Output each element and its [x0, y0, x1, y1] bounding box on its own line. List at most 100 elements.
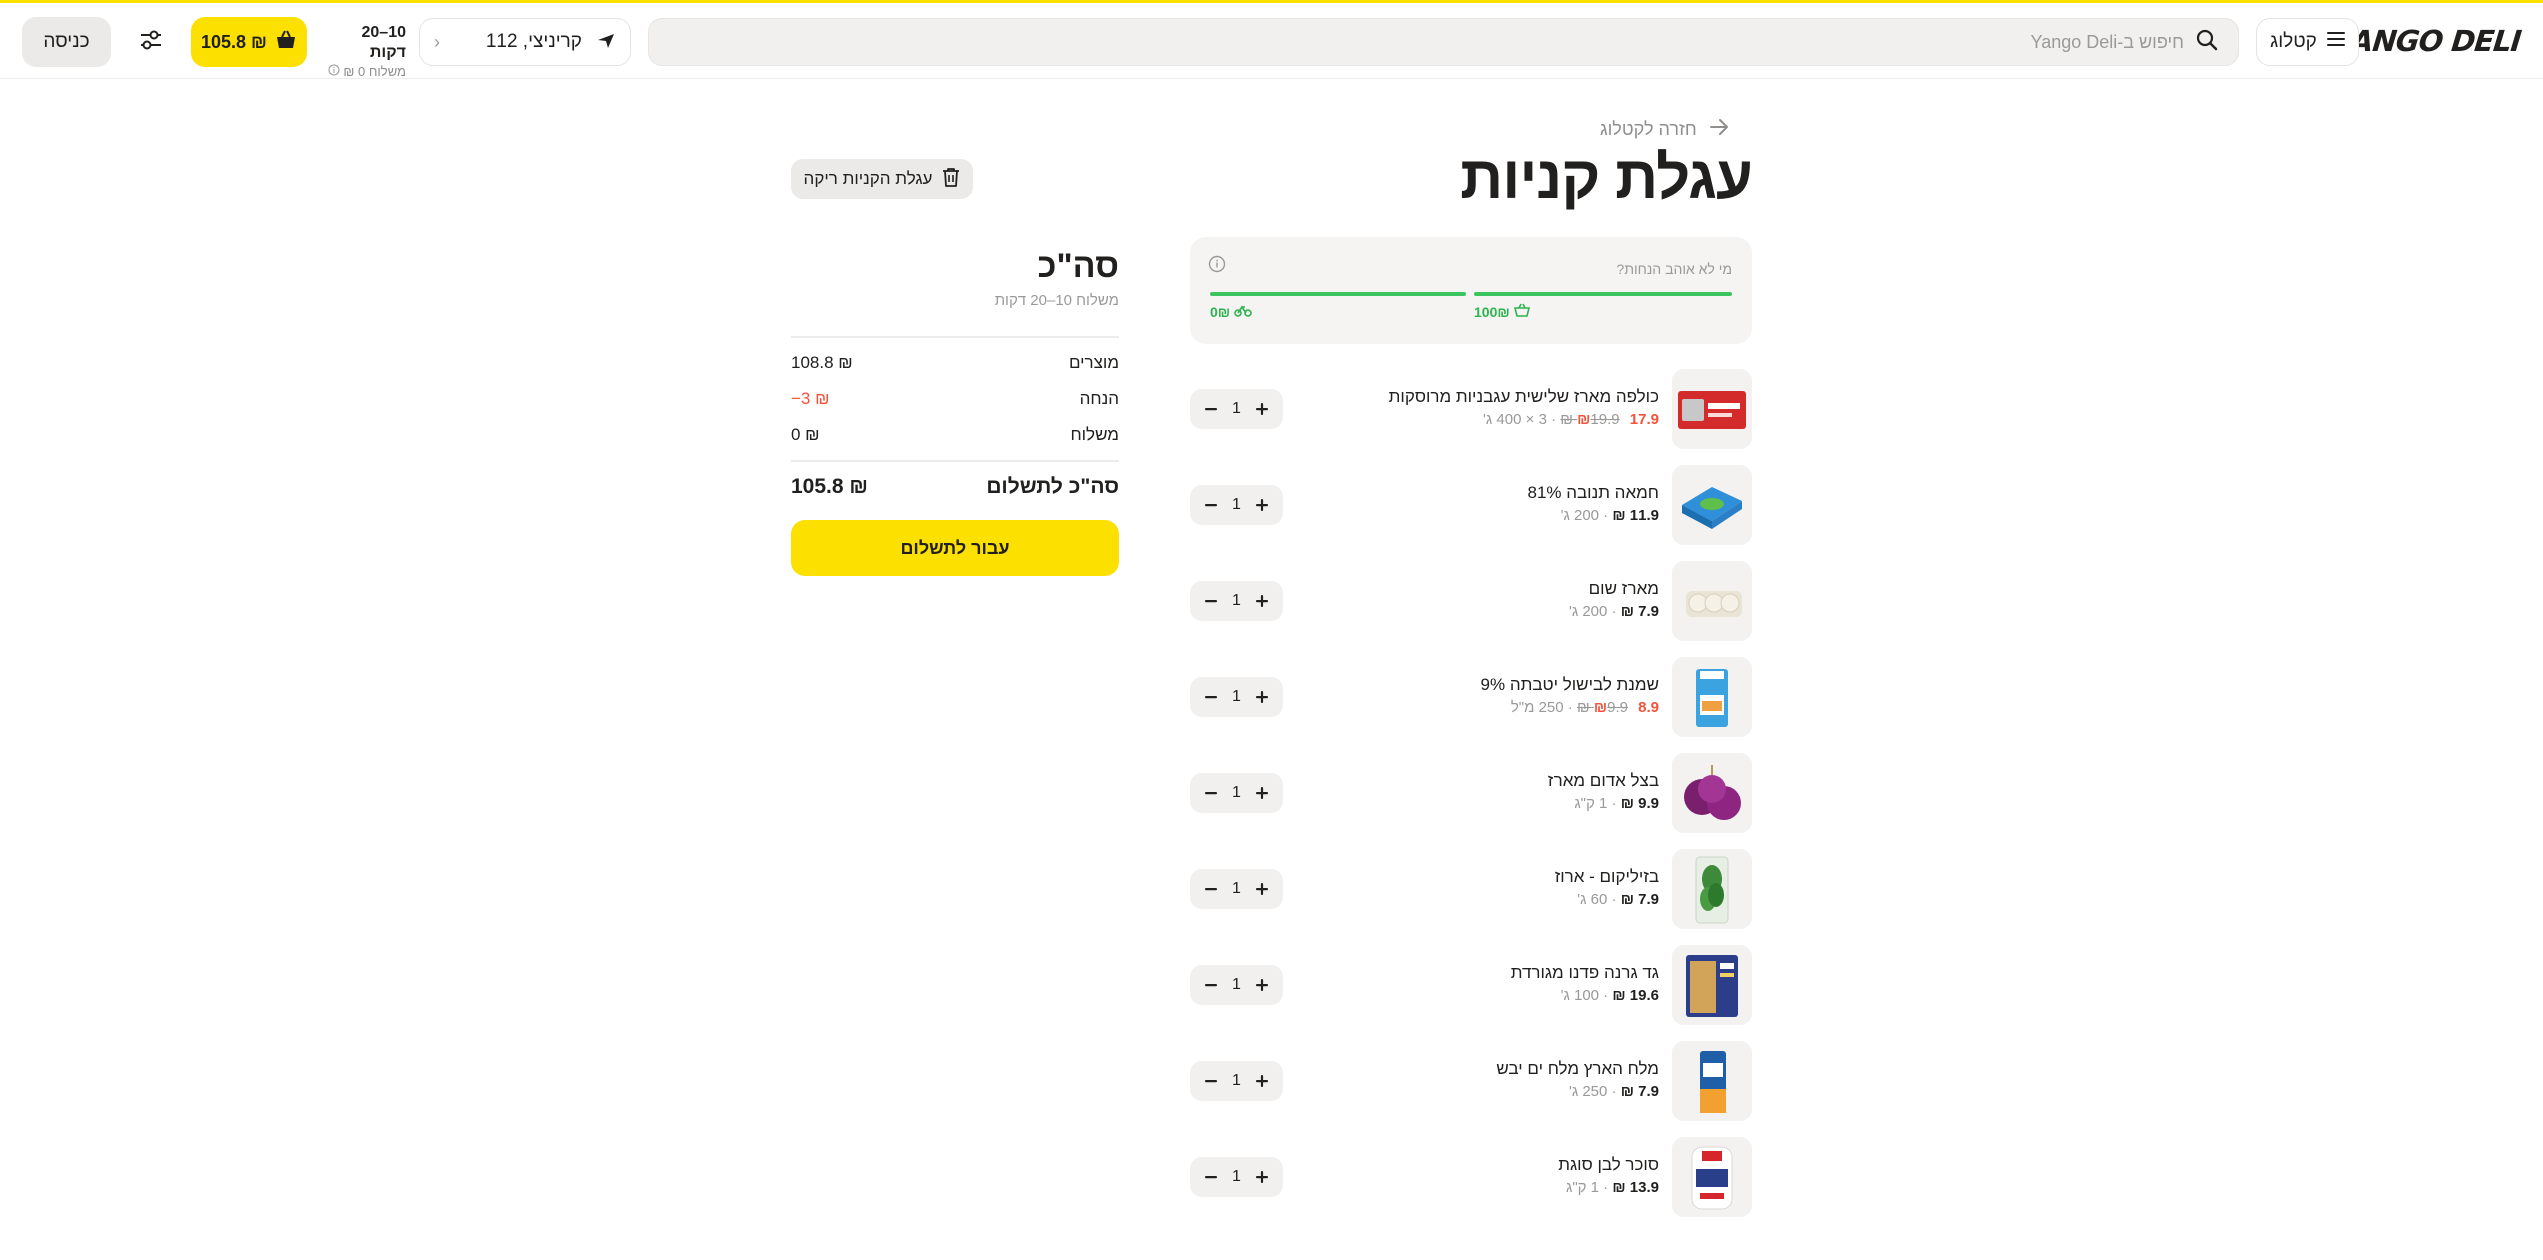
product-name[interactable]: מארז שום — [1589, 579, 1659, 599]
catalog-label: קטלוג — [2270, 31, 2317, 52]
summary-row-products: מוצרים 108.8 ₪ — [791, 351, 1119, 375]
quantity-stepper: 1 — [1190, 773, 1283, 813]
product-name[interactable]: בצל אדום מארז — [1548, 771, 1659, 791]
settings-sliders-button[interactable] — [130, 21, 172, 63]
product-weight: 1 ק"ג — [1574, 795, 1608, 812]
quantity-value: 1 — [1232, 880, 1241, 897]
product-weight: 200 ג' — [1560, 507, 1600, 524]
product-price: 7.9 ₪ — [1620, 891, 1659, 908]
location-arrow-icon — [596, 30, 616, 55]
back-to-catalog-link[interactable]: חזרה לקטלוג — [1600, 116, 1752, 142]
decrease-button[interactable] — [1200, 1166, 1222, 1188]
decrease-button[interactable] — [1200, 878, 1222, 900]
quantity-stepper: 1 — [1190, 485, 1283, 525]
product-price: 19.6 ₪ — [1612, 987, 1659, 1004]
product-image[interactable] — [1672, 1041, 1752, 1121]
decrease-button[interactable] — [1200, 590, 1222, 612]
product-meta: 7.9 ₪ · 200 ג' — [1569, 603, 1659, 620]
product-weight: 60 ג' — [1577, 891, 1608, 908]
quantity-stepper: 1 — [1190, 389, 1283, 429]
promo-text: מי לא אוהב הנחות? — [1616, 261, 1732, 277]
product-meta: 19.6 ₪ · 100 ג' — [1561, 987, 1659, 1004]
product-image[interactable] — [1672, 849, 1752, 929]
product-weight-sep: · — [1607, 891, 1621, 908]
increase-button[interactable] — [1251, 974, 1273, 996]
delivery-cost: משלוח 0 ₪ — [322, 63, 406, 81]
product-meta: 7.9 ₪ · 250 ג' — [1569, 1083, 1659, 1100]
decrease-button[interactable] — [1200, 398, 1222, 420]
decrease-button[interactable] — [1200, 782, 1222, 804]
product-image[interactable] — [1672, 1137, 1752, 1217]
increase-button[interactable] — [1251, 590, 1273, 612]
product-image[interactable] — [1672, 369, 1752, 449]
quantity-value: 1 — [1232, 1168, 1241, 1185]
product-name[interactable]: גד גרנה פדנו מגורדת — [1511, 963, 1659, 983]
increase-button[interactable] — [1251, 1070, 1273, 1092]
product-image[interactable] — [1672, 561, 1752, 641]
product-name[interactable]: מלח הארץ מלח ים יבש — [1496, 1059, 1659, 1079]
empty-cart-button[interactable]: עגלת הקניות ריקה — [791, 159, 973, 199]
summary-subtitle: משלוח 10–20 דקות — [994, 292, 1119, 309]
product-image[interactable] — [1672, 753, 1752, 833]
decrease-button[interactable] — [1200, 974, 1222, 996]
product-name[interactable]: בזיליקום - ארוז — [1555, 867, 1659, 887]
checkout-button[interactable]: עבור לתשלום — [791, 520, 1119, 576]
product-weight: 100 ג' — [1560, 987, 1600, 1004]
decrease-button[interactable] — [1200, 1070, 1222, 1092]
arrow-right-icon — [1709, 118, 1729, 141]
product-weight: 250 מ"ל — [1510, 699, 1564, 716]
empty-cart-label: עגלת הקניות ריקה — [803, 169, 933, 188]
product-weight-sep: · — [1599, 507, 1613, 524]
increase-button[interactable] — [1251, 782, 1273, 804]
cart-button[interactable]: 105.8 ₪ — [191, 17, 307, 67]
summary-value: 0 ₪ — [791, 425, 820, 444]
increase-button[interactable] — [1251, 878, 1273, 900]
summary-row-discount: הנחה −3 ₪ — [791, 387, 1119, 411]
info-icon — [328, 64, 340, 79]
total-value: 105.8 ₪ — [791, 475, 868, 498]
login-button[interactable]: כניסה — [22, 17, 111, 67]
menu-icon — [2326, 31, 2345, 53]
progress-bar-delivery — [1210, 292, 1466, 296]
total-label: סה"כ לתשלום — [986, 475, 1119, 498]
product-meta: 11.9 ₪ · 200 ג' — [1561, 507, 1659, 524]
product-image[interactable] — [1672, 945, 1752, 1025]
search-bar[interactable] — [648, 18, 2239, 66]
progress-bar-discount — [1474, 292, 1732, 296]
product-name[interactable]: חמאה תנובה 81% — [1527, 483, 1659, 503]
delivery-time: 10–20 דקות — [361, 24, 407, 61]
product-image[interactable] — [1672, 657, 1752, 737]
increase-button[interactable] — [1251, 686, 1273, 708]
increase-button[interactable] — [1251, 1166, 1273, 1188]
product-price: 13.9 ₪ — [1612, 1179, 1659, 1196]
divider — [791, 460, 1119, 462]
search-input[interactable] — [784, 31, 2184, 53]
product-weight-sep: · — [1546, 411, 1561, 428]
info-icon[interactable] — [1208, 255, 1226, 278]
decrease-button[interactable] — [1200, 686, 1222, 708]
cart-item: שמנת לבישול יטבתה 9% 8.9 ₪9.9 ₪ · 250 מ"ל… — [1190, 657, 1752, 737]
trash-icon — [942, 167, 960, 192]
catalog-button[interactable]: קטלוג — [2256, 18, 2359, 66]
yango-deli-logo[interactable]: YANGO DELI — [2332, 21, 2523, 61]
product-weight-sep: · — [1599, 987, 1613, 1004]
basket-icon — [1513, 303, 1530, 320]
progress-label-discount: 100₪ — [1474, 303, 1530, 320]
product-name[interactable]: סוכר לבן סוגת — [1558, 1155, 1659, 1175]
divider — [791, 336, 1119, 338]
product-name[interactable]: כולפה מארז שלישית עגבניות מרוסקות — [1389, 387, 1659, 407]
chevron-left-icon: ‹ — [434, 31, 440, 52]
summary-value: 108.8 ₪ — [791, 353, 853, 372]
product-price: 7.9 ₪ — [1620, 603, 1659, 620]
basket-icon — [275, 30, 297, 55]
summary-value: −3 ₪ — [791, 389, 830, 408]
product-image[interactable] — [1672, 465, 1752, 545]
increase-button[interactable] — [1251, 494, 1273, 516]
increase-button[interactable] — [1251, 398, 1273, 420]
address-selector[interactable]: קריניצי, 112 ‹ — [419, 18, 631, 66]
product-name[interactable]: שמנת לבישול יטבתה 9% — [1481, 675, 1659, 695]
decrease-button[interactable] — [1200, 494, 1222, 516]
quantity-value: 1 — [1232, 400, 1241, 417]
product-meta: 7.9 ₪ · 60 ג' — [1577, 891, 1659, 908]
cart-item: סוכר לבן סוגת 13.9 ₪ · 1 ק"ג 1 — [1190, 1137, 1752, 1217]
